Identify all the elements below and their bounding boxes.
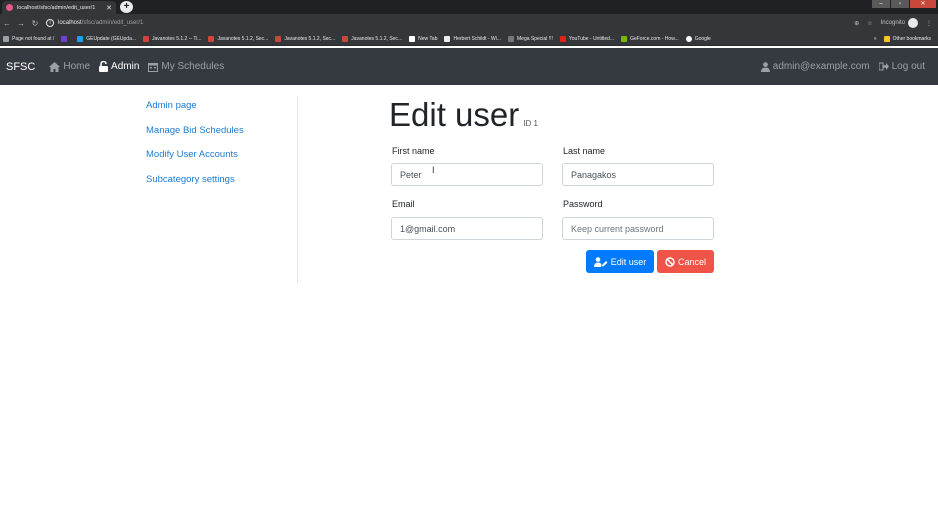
first-name-label: First name	[392, 146, 435, 156]
maximize-icon[interactable]: ▫	[891, 0, 909, 8]
browser-toolbar: ← → ↻ i localhost/sfsc/admin/edit_user/1…	[0, 14, 938, 32]
logout-icon	[878, 62, 889, 71]
ban-icon	[665, 256, 675, 267]
bookmark-item[interactable]: Javanotes 5.1.2, Sec...	[275, 35, 335, 42]
admin-sidebar: Admin page Manage Bid Schedules Modify U…	[146, 99, 244, 198]
last-name-field[interactable]	[562, 163, 714, 186]
back-icon[interactable]: ←	[0, 19, 14, 28]
nav-user-account[interactable]: admin@example.com	[760, 61, 870, 72]
sidebar-divider	[297, 96, 298, 283]
email-field[interactable]	[391, 217, 543, 240]
minimize-icon[interactable]: –	[872, 0, 890, 8]
password-label: Password	[563, 199, 603, 209]
incognito-icon	[908, 18, 918, 28]
bookmark-item[interactable]: Javanotes 5.1.2, Sec...	[342, 35, 402, 42]
bookmarks-bar: Page not found at / GEUpdate (GEUpda... …	[0, 32, 938, 46]
nav-home[interactable]: Home	[49, 61, 90, 72]
url-path: /sfsc/admin/edit_user/1	[81, 20, 144, 26]
bookmark-item[interactable]: GEUpdate (GEUpda...	[77, 35, 136, 42]
tab-favicon-icon	[6, 4, 13, 11]
bookmark-item[interactable]: Mega Special !!!	[508, 35, 553, 42]
reload-icon[interactable]: ↻	[28, 19, 42, 28]
sidebar-item-modify-user-accounts[interactable]: Modify User Accounts	[146, 148, 244, 173]
last-name-label: Last name	[563, 146, 606, 156]
bookmark-item[interactable]: Herbert Schildt - Wi...	[444, 35, 501, 42]
bookmark-item[interactable]: Javanotes 5.1.2 -- Ti...	[143, 35, 201, 42]
incognito-label: Incognito	[880, 20, 905, 26]
bookmark-item[interactable]: Javanotes 5.1.2, Sec...	[208, 35, 268, 42]
unlock-icon	[99, 61, 109, 72]
bookmark-item[interactable]: New Tab	[409, 35, 437, 42]
bookmark-item[interactable]: YouTube - Untitled...	[559, 35, 614, 42]
sidebar-item-subcategory-settings[interactable]: Subcategory settings	[146, 173, 244, 198]
nav-logout[interactable]: Log out	[878, 61, 925, 72]
password-field[interactable]	[562, 217, 714, 240]
user-edit-icon	[593, 256, 608, 267]
window-controls: – ▫ ✕	[871, 0, 936, 9]
bookmark-item[interactable]: GeForce.com - How...	[621, 35, 679, 42]
nav-admin[interactable]: Admin	[99, 61, 139, 72]
cancel-button[interactable]: Cancel	[657, 250, 714, 273]
brand-logo[interactable]: SFSC	[6, 61, 35, 73]
nav-my-schedules[interactable]: My Schedules	[148, 61, 224, 72]
email-label: Email	[392, 199, 415, 209]
tab-close-icon[interactable]: ✕	[106, 4, 112, 12]
tab-title: localhost/sfsc/admin/edit_user/1	[17, 4, 96, 11]
browser-tab[interactable]: localhost/sfsc/admin/edit_user/1 ✕	[2, 1, 116, 14]
bookmarks-overflow-icon[interactable]: »	[874, 36, 877, 42]
browser-tabstrip: localhost/sfsc/admin/edit_user/1 ✕ + – ▫…	[0, 0, 938, 14]
url-host: localhost	[58, 20, 82, 26]
first-name-field[interactable]	[391, 163, 543, 186]
sidebar-item-admin-page[interactable]: Admin page	[146, 99, 244, 124]
window-close-icon[interactable]: ✕	[910, 0, 936, 8]
page-title: Edit user ID 1	[389, 96, 538, 133]
bookmark-item[interactable]: Page not found at /	[3, 35, 54, 42]
app-navbar: SFSC Home Admin My Schedules admin@examp…	[0, 48, 938, 85]
home-icon	[49, 61, 61, 72]
text-cursor-icon: I	[432, 165, 435, 175]
site-info-icon[interactable]: i	[46, 19, 54, 27]
new-tab-button[interactable]: +	[120, 1, 133, 13]
bookmark-item[interactable]	[61, 35, 70, 42]
user-id-label: ID 1	[523, 119, 538, 128]
edit-user-button[interactable]: Edit user	[586, 250, 654, 273]
star-icon[interactable]: ☆	[867, 20, 872, 27]
forward-icon[interactable]: →	[14, 19, 28, 28]
sidebar-item-manage-bid-schedules[interactable]: Manage Bid Schedules	[146, 124, 244, 149]
bookmark-item[interactable]: Google	[685, 35, 711, 42]
user-icon	[760, 61, 770, 72]
zoom-icon[interactable]: ⊕	[854, 20, 859, 27]
calendar-icon	[148, 62, 159, 72]
address-bar[interactable]: i localhost/sfsc/admin/edit_user/1	[46, 16, 842, 30]
menu-icon[interactable]: ⋮	[926, 20, 932, 27]
other-bookmarks[interactable]: Other bookmarks	[883, 35, 931, 42]
